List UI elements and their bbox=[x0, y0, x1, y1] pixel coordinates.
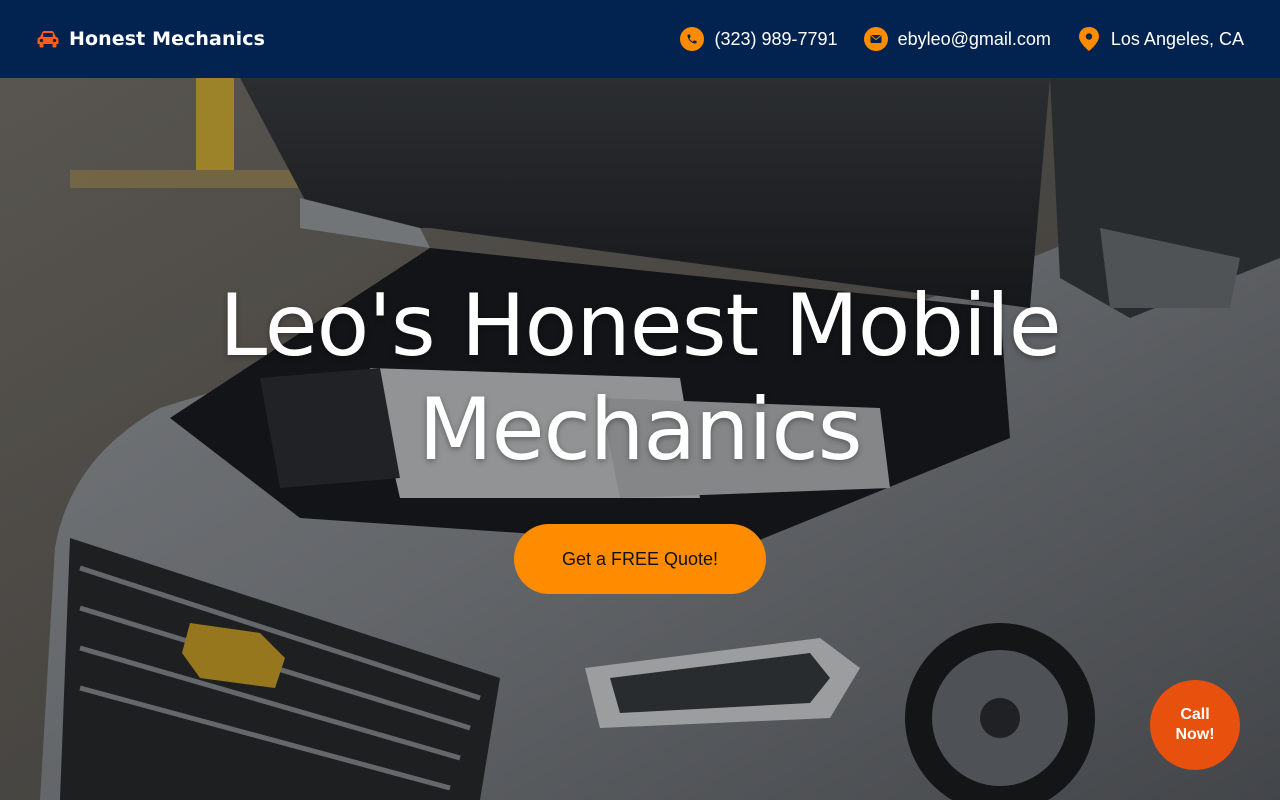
location-text: Los Angeles, CA bbox=[1110, 28, 1244, 49]
hero-title: Leo's Honest Mobile Mechanics bbox=[140, 274, 1140, 482]
brand-name: Honest Mechanics bbox=[69, 28, 265, 50]
phone-link[interactable]: (323) 989-7791 bbox=[680, 27, 838, 51]
phone-icon bbox=[680, 27, 705, 51]
email-link[interactable]: ebyleo@gmail.com bbox=[863, 27, 1051, 51]
site-header: Honest Mechanics (323) 989-7791 ebyleo@g… bbox=[0, 0, 1280, 78]
call-now-line2: Now! bbox=[1175, 726, 1215, 743]
get-quote-button[interactable]: Get a FREE Quote! bbox=[514, 524, 766, 594]
brand-link[interactable]: Honest Mechanics bbox=[36, 28, 265, 50]
contact-bar: (323) 989-7791 ebyleo@gmail.com Los Ange… bbox=[680, 27, 1244, 51]
map-pin-icon bbox=[1077, 27, 1101, 51]
car-icon bbox=[36, 29, 60, 49]
call-now-line1: Call bbox=[1180, 706, 1210, 723]
hero-section: Leo's Honest Mobile Mechanics Get a FREE… bbox=[0, 78, 1280, 800]
hero-title-line2: Mechanics bbox=[418, 380, 862, 480]
hero-title-line1: Leo's Honest Mobile bbox=[219, 276, 1061, 376]
location-link[interactable]: Los Angeles, CA bbox=[1077, 27, 1244, 51]
mail-icon bbox=[863, 27, 888, 51]
call-now-button[interactable]: Call Now! bbox=[1150, 680, 1240, 770]
email-address: ebyleo@gmail.com bbox=[897, 28, 1051, 49]
phone-number: (323) 989-7791 bbox=[714, 28, 838, 49]
